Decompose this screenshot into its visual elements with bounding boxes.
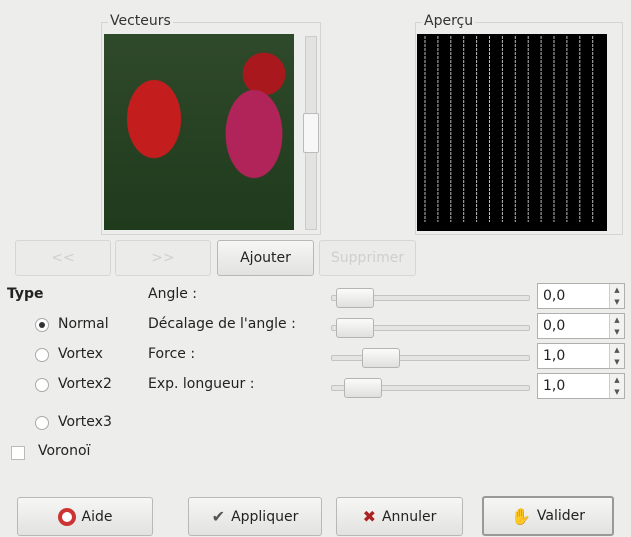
radio-icon[interactable] xyxy=(35,416,49,430)
check-icon: ✔ xyxy=(211,507,226,526)
param-label: Exp. longueur : xyxy=(148,376,255,392)
vector-scrollbar[interactable] xyxy=(303,36,319,230)
radio-icon[interactable] xyxy=(35,318,49,332)
spin-value[interactable]: 0,0 xyxy=(543,288,565,304)
apply-button[interactable]: ✔ Appliquer xyxy=(188,497,322,536)
radio-label[interactable]: Vortex2 xyxy=(58,376,112,392)
param-label: Force : xyxy=(148,346,196,362)
param-spinbutton[interactable]: 1,0 ▲ ▼ xyxy=(537,373,625,399)
spin-value[interactable]: 1,0 xyxy=(543,378,565,394)
vector-scrollbar-thumb[interactable] xyxy=(303,113,319,153)
param-slider[interactable] xyxy=(331,348,530,368)
vectors-label: Vecteurs xyxy=(108,13,173,29)
apply-label: Appliquer xyxy=(231,508,299,525)
param-slider[interactable] xyxy=(331,378,530,398)
param-spinbutton[interactable]: 0,0 ▲ ▼ xyxy=(537,283,625,309)
lifebuoy-icon xyxy=(57,507,76,526)
radio-label[interactable]: Vortex xyxy=(58,346,103,362)
radio-icon[interactable] xyxy=(35,378,49,392)
prev-vector-button[interactable]: << xyxy=(15,240,111,276)
preview-canvas xyxy=(417,34,607,231)
slider-thumb[interactable] xyxy=(336,288,374,308)
checkbox-icon[interactable] xyxy=(11,446,25,460)
param-slider[interactable] xyxy=(331,288,530,308)
ok-label: Valider xyxy=(536,508,586,524)
spin-value[interactable]: 0,0 xyxy=(543,318,565,334)
param-label: Décalage de l'angle : xyxy=(148,316,296,332)
handshake-icon: ✋ xyxy=(510,506,531,526)
radio-icon[interactable] xyxy=(35,348,49,362)
spin-arrows-icon[interactable]: ▲ ▼ xyxy=(609,284,624,308)
param-slider[interactable] xyxy=(331,318,530,338)
spin-value[interactable]: 1,0 xyxy=(543,348,565,364)
spin-arrows-icon[interactable]: ▲ ▼ xyxy=(609,344,624,368)
cancel-label: Annuler xyxy=(381,508,437,525)
x-icon: ✖ xyxy=(362,507,376,526)
ok-button[interactable]: ✋ Valider xyxy=(482,496,614,536)
slider-thumb[interactable] xyxy=(362,348,400,368)
cancel-button[interactable]: ✖ Annuler xyxy=(336,497,463,536)
spin-arrows-icon[interactable]: ▲ ▼ xyxy=(609,374,624,398)
spin-arrows-icon[interactable]: ▲ ▼ xyxy=(609,314,624,338)
preview-label: Aperçu xyxy=(422,13,476,29)
type-heading: Type xyxy=(7,286,44,302)
param-spinbutton[interactable]: 0,0 ▲ ▼ xyxy=(537,313,625,339)
add-vector-button[interactable]: Ajouter xyxy=(217,240,314,276)
slider-thumb[interactable] xyxy=(344,378,382,398)
param-spinbutton[interactable]: 1,0 ▲ ▼ xyxy=(537,343,625,369)
radio-label[interactable]: Vortex3 xyxy=(58,414,112,430)
vectors-image[interactable] xyxy=(104,34,294,230)
voronoi-label[interactable]: Voronoï xyxy=(38,443,90,459)
delete-vector-button[interactable]: Supprimer xyxy=(319,240,416,276)
help-button[interactable]: Aide xyxy=(17,497,153,536)
help-label: Aide xyxy=(81,508,113,525)
slider-thumb[interactable] xyxy=(336,318,374,338)
radio-label[interactable]: Normal xyxy=(58,316,109,332)
param-label: Angle : xyxy=(148,286,198,302)
next-vector-button[interactable]: >> xyxy=(115,240,211,276)
